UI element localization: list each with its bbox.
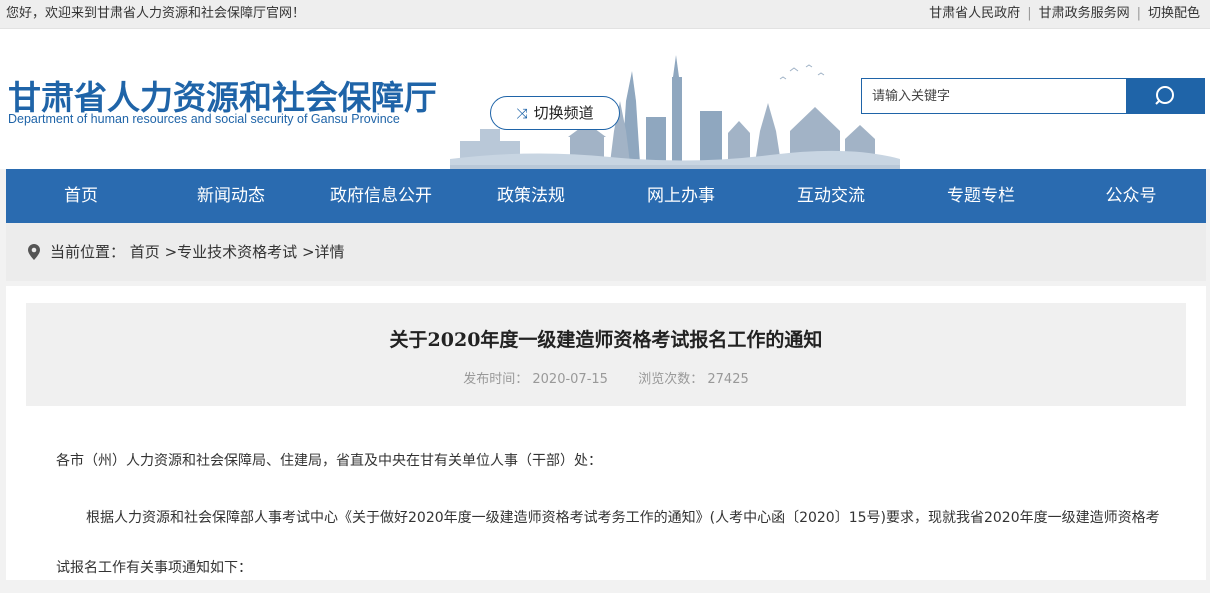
nav-item-interaction[interactable]: 互动交流: [756, 169, 906, 223]
article-header: 关于2020年度一级建造师资格考试报名工作的通知 发布时间： 2020-07-1…: [26, 303, 1186, 406]
search-button[interactable]: [1126, 78, 1205, 114]
breadcrumb-label: 当前位置：: [50, 243, 126, 261]
chevron-right-icon: >: [301, 243, 315, 261]
nav-item-gov-info[interactable]: 政府信息公开: [306, 169, 456, 223]
article-meta: 发布时间： 2020-07-15 浏览次数： 27425: [26, 368, 1186, 387]
location-pin-icon: [28, 244, 40, 260]
publish-date: 2020-07-15: [532, 372, 608, 387]
nav-item-online-service[interactable]: 网上办事: [606, 169, 756, 223]
shuffle-icon: ⤨: [516, 106, 528, 122]
breadcrumb-category[interactable]: 专业技术资格考试: [177, 243, 297, 261]
views-label: 浏览次数：: [638, 372, 704, 387]
breadcrumb-home[interactable]: 首页: [130, 243, 160, 261]
header: 甘肃省人力资源和社会保障厅 Department of human resour…: [0, 29, 1210, 169]
top-bar: 您好，欢迎来到甘肃省人力资源和社会保障厅官网！ 甘肃省人民政府 | 甘肃政务服务网 |…: [0, 0, 1210, 29]
link-gansu-service[interactable]: 甘肃政务服务网: [1039, 6, 1130, 21]
link-gansu-government[interactable]: 甘肃省人民政府: [929, 6, 1020, 21]
article-paragraph: 根据人力资源和社会保障部人事考试中心《关于做好2020年度一级建造师资格考试考务…: [56, 510, 1160, 576]
article-paragraph: 各市（州）人力资源和社会保障局、住建局，省直及中央在甘有关单位人事（干部）处：: [56, 453, 602, 469]
nav-item-official-account[interactable]: 公众号: [1056, 169, 1206, 223]
link-switch-color[interactable]: 切换配色: [1148, 6, 1200, 21]
breadcrumb-current: 详情: [314, 243, 345, 261]
switch-channel-label: 切换频道: [533, 104, 594, 122]
search-input[interactable]: [861, 78, 1128, 114]
search-icon: [1155, 86, 1174, 105]
breadcrumb: 当前位置： 首页 >专业技术资格考试 >详情: [6, 223, 1206, 281]
search-bar: [861, 78, 1205, 114]
article-content: 关于2020年度一级建造师资格考试报名工作的通知 发布时间： 2020-07-1…: [6, 286, 1206, 580]
nav-item-topics[interactable]: 专题专栏: [906, 169, 1056, 223]
nav-item-news[interactable]: 新闻动态: [156, 169, 306, 223]
welcome-text: 您好，欢迎来到甘肃省人力资源和社会保障厅官网！: [6, 6, 306, 21]
nav-item-home[interactable]: 首页: [6, 169, 156, 223]
view-count: 27425: [707, 372, 749, 387]
publish-label: 发布时间：: [463, 372, 529, 387]
article-title: 关于2020年度一级建造师资格考试报名工作的通知: [389, 329, 823, 351]
top-links: 甘肃省人民政府 | 甘肃政务服务网 | 切换配色: [929, 6, 1200, 21]
switch-channel-button[interactable]: ⤨ 切换频道: [490, 96, 620, 130]
nav-item-policy[interactable]: 政策法规: [456, 169, 606, 223]
site-title-en: Department of human resources and social…: [8, 112, 400, 126]
main-nav: 首页 新闻动态 政府信息公开 政策法规 网上办事 互动交流 专题专栏 公众号: [6, 169, 1206, 223]
chevron-right-icon: >: [164, 243, 178, 261]
